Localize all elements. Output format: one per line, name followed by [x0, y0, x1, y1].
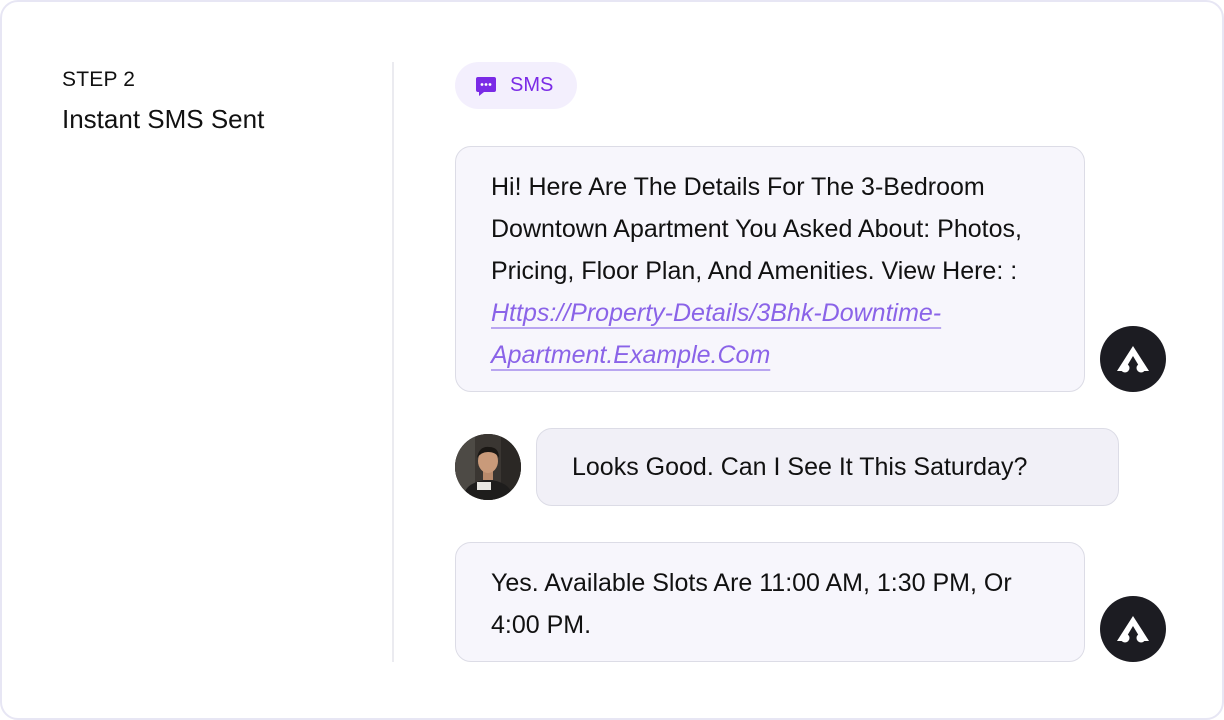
- channel-label: SMS: [510, 74, 554, 96]
- agent-avatar: [1100, 596, 1166, 662]
- property-details-link[interactable]: Https://Property-Details/3Bhk-Downtime-A…: [491, 299, 941, 369]
- step-label: STEP 2: [62, 68, 136, 91]
- channel-badge: SMS: [455, 62, 577, 109]
- message-bubble-agent: Hi! Here Are The Details For The 3-Bedro…: [455, 146, 1085, 392]
- message-text: Hi! Here Are The Details For The 3-Bedro…: [491, 173, 1022, 285]
- message-bubble-user: Looks Good. Can I See It This Saturday?: [536, 428, 1119, 506]
- user-photo: [455, 434, 521, 500]
- message-text: Looks Good. Can I See It This Saturday?: [572, 453, 1028, 481]
- message-bubble-agent: Yes. Available Slots Are 11:00 AM, 1:30 …: [455, 542, 1085, 662]
- chat-bubble-icon: [474, 74, 498, 98]
- user-avatar: [455, 434, 521, 500]
- sms-step-card: STEP 2 Instant SMS Sent SMS Hi! Here Are…: [0, 0, 1224, 720]
- step-title: Instant SMS Sent: [62, 104, 265, 134]
- message-text: Yes. Available Slots Are 11:00 AM, 1:30 …: [491, 569, 1012, 639]
- agent-avatar: [1100, 326, 1166, 392]
- brand-logo-icon: [1117, 616, 1149, 643]
- divider: [392, 62, 394, 662]
- brand-logo-icon: [1117, 346, 1149, 373]
